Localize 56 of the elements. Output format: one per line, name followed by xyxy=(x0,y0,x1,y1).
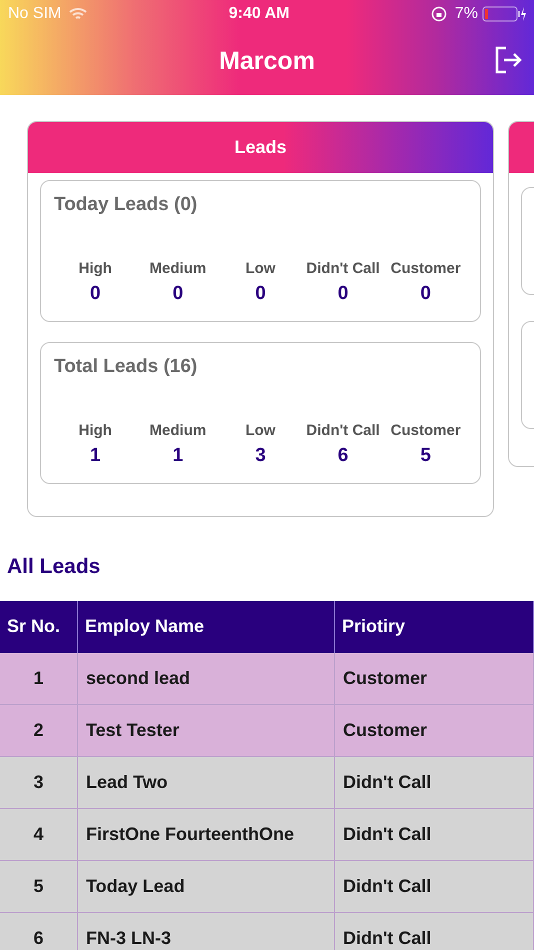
stat-label: Medium xyxy=(150,258,206,278)
stat-value: 0 xyxy=(172,282,184,306)
table-cell: 4 xyxy=(0,808,78,860)
panel-title: Today Leads (0) xyxy=(54,193,198,217)
stat-label: High xyxy=(78,420,112,440)
table-cell: Didn't Call xyxy=(335,756,534,808)
carrier-text: No SIM xyxy=(8,4,62,24)
table-cell: FirstOne FourteenthOne xyxy=(78,808,335,860)
stat-label: Customer xyxy=(390,420,461,440)
stat-label: Didn't Call xyxy=(306,258,380,278)
stat-value: 0 xyxy=(90,282,101,306)
table-row[interactable]: 2 Test Tester Customer xyxy=(0,704,534,756)
table-row[interactable]: 6 FN-3 LN-3 Didn't Call xyxy=(0,912,534,950)
logout-button[interactable] xyxy=(494,46,522,74)
table-row[interactable]: 4 FirstOne FourteenthOne Didn't Call xyxy=(0,808,534,860)
stat-label: Low xyxy=(245,258,276,278)
table-cell: Didn't Call xyxy=(335,860,534,912)
stat-label: Medium xyxy=(150,420,206,440)
wifi-icon xyxy=(69,7,88,21)
table-cell: 2 xyxy=(0,704,78,756)
stat-label: High xyxy=(78,258,112,278)
table-row[interactable]: 5 Today Lead Didn't Call xyxy=(0,860,534,912)
section-title: All Leads xyxy=(6,554,102,580)
stat-value: 6 xyxy=(338,444,348,468)
table-cell: Customer xyxy=(335,652,534,704)
stat-label: Low xyxy=(245,420,276,440)
stat-value: 3 xyxy=(255,444,266,468)
panel-title: Total Leads (16) xyxy=(54,355,198,379)
table-cell: 3 xyxy=(0,756,78,808)
table-cell: Today Lead xyxy=(78,860,335,912)
table-cell: Didn't Call xyxy=(335,912,534,950)
stat-value: 1 xyxy=(90,444,101,468)
table-row[interactable]: 1 second lead Customer xyxy=(0,652,534,704)
stat-label: Customer xyxy=(390,258,461,278)
stat-value: 0 xyxy=(255,282,266,306)
table-row[interactable]: 3 Lead Two Didn't Call xyxy=(0,756,534,808)
table-cell: second lead xyxy=(78,652,335,704)
table-cell: Lead Two xyxy=(78,756,335,808)
stat-value: 5 xyxy=(420,444,431,468)
table-cell: 6 xyxy=(0,912,78,950)
stat-label: Didn't Call xyxy=(306,420,380,440)
table-cell: Customer xyxy=(335,704,534,756)
rotation-lock-icon xyxy=(430,6,447,22)
table-cell: 5 xyxy=(0,860,78,912)
table-cell: Test Tester xyxy=(78,704,335,756)
table-cell: FN-3 LN-3 xyxy=(78,912,335,950)
table-cell: 1 xyxy=(0,652,78,704)
stat-value: 0 xyxy=(420,282,431,306)
app-title: Marcom xyxy=(219,46,315,77)
card-title: Leads xyxy=(234,136,287,159)
stat-value: 0 xyxy=(338,282,348,306)
battery-text: 7% xyxy=(454,4,478,24)
table-cell: Didn't Call xyxy=(335,808,534,860)
time-text: 9:40 AM xyxy=(228,4,290,24)
battery-icon xyxy=(482,6,526,22)
stat-value: 1 xyxy=(172,444,184,468)
